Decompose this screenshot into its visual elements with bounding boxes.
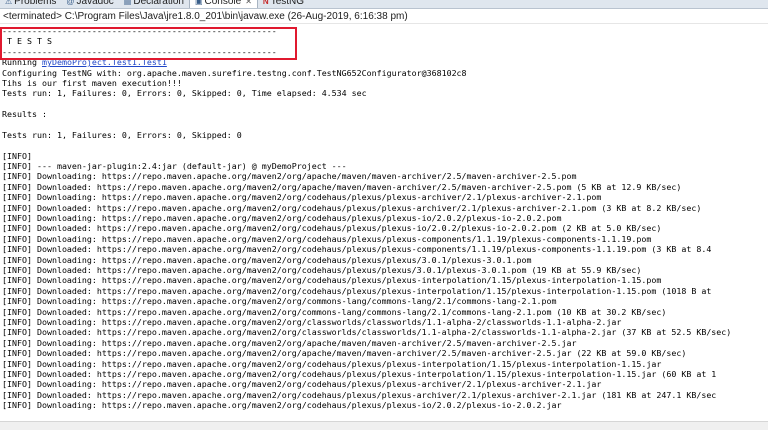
tab-label: Console <box>204 0 242 7</box>
console-line-prefix: Running <box>2 57 42 68</box>
console-line: [INFO] Downloaded: https://repo.maven.ap… <box>2 348 687 359</box>
tab-problems[interactable]: ⚠ Problems <box>0 0 61 8</box>
tab-testng[interactable]: N TestNG <box>258 0 309 8</box>
console-line: [INFO] Downloading: https://repo.maven.a… <box>2 358 662 369</box>
console-line: [INFO] Downloading: https://repo.maven.a… <box>2 171 577 182</box>
console-line: Tests run: 1, Failures: 0, Errors: 0, Sk… <box>2 129 242 140</box>
console-line: [INFO] Downloaded: https://repo.maven.ap… <box>2 306 667 317</box>
view-tab-bar: ⚠ Problems @ Javadoc ▤ Declaration ▣ Console ✕ N T… <box>0 0 768 9</box>
console-line: [INFO] Downloading: https://repo.maven.a… <box>2 379 602 390</box>
console-line: Configuring TestNG with: org.apache.mave… <box>2 67 467 78</box>
console-line: [INFO] Downloading: https://repo.maven.a… <box>2 254 532 265</box>
console-line: [INFO] Downloaded: https://repo.maven.ap… <box>2 202 702 213</box>
testng-icon: N <box>262 0 269 6</box>
console-line: ----------------------------------------… <box>2 26 277 36</box>
console-line: [INFO] Downloading: https://repo.maven.a… <box>2 192 602 203</box>
console-status-line: <terminated> C:\Program Files\Java\jre1.… <box>0 9 768 24</box>
console-line: T E S T S <box>2 36 52 47</box>
console-line: [INFO] <box>2 150 32 161</box>
console-line: [INFO] Downloaded: https://repo.maven.ap… <box>2 244 712 255</box>
console-line: [INFO] Downloading: https://repo.maven.a… <box>2 400 562 411</box>
console-line: [INFO] Downloading: https://repo.maven.a… <box>2 316 622 327</box>
console-line: [INFO] Downloading: https://repo.maven.a… <box>2 337 577 348</box>
console-line: Tihs is our first maven execution!!! <box>2 77 182 88</box>
console-line: [INFO] Downloaded: https://repo.maven.ap… <box>2 181 682 192</box>
tab-console[interactable]: ▣ Console ✕ <box>188 0 258 8</box>
console-line: [INFO] Downloading: https://repo.maven.a… <box>2 233 652 244</box>
console-line: ----------------------------------------… <box>2 46 277 57</box>
close-icon[interactable]: ✕ <box>245 0 252 6</box>
console-output[interactable]: ----------------------------------------… <box>0 26 768 420</box>
console-line: [INFO] Downloading: https://repo.maven.a… <box>2 213 562 224</box>
declaration-icon: ▤ <box>123 0 132 6</box>
tab-label: Problems <box>14 0 57 7</box>
javadoc-icon: @ <box>66 0 75 6</box>
console-line: [INFO] --- maven-jar-plugin:2.4:jar (def… <box>2 161 347 172</box>
tab-label: TestNG <box>270 0 305 7</box>
tab-javadoc[interactable]: @ Javadoc <box>61 0 118 8</box>
console-line: [INFO] Downloaded: https://repo.maven.ap… <box>2 368 717 379</box>
tab-label: Declaration <box>133 0 184 7</box>
console-line: [INFO] Downloaded: https://repo.maven.ap… <box>2 264 642 275</box>
console-line: [INFO] Downloaded: https://repo.maven.ap… <box>2 285 712 296</box>
console-line: Tests run: 1, Failures: 0, Errors: 0, Sk… <box>2 88 367 99</box>
tab-declaration[interactable]: ▤ Declaration <box>119 0 189 8</box>
problems-icon: ⚠ <box>5 0 13 6</box>
view-tabs: ⚠ Problems @ Javadoc ▤ Declaration ▣ Console ✕ N T… <box>0 0 309 8</box>
console-line: Running myDemoProject.Test1.Test1 <box>0 57 768 67</box>
horizontal-scrollbar[interactable] <box>0 421 768 430</box>
console-icon: ▣ <box>194 0 203 6</box>
console-line: [INFO] Downloaded: https://repo.maven.ap… <box>2 389 717 400</box>
console-line: [INFO] Downloaded: https://repo.maven.ap… <box>2 327 732 338</box>
test-class-link[interactable]: myDemoProject.Test1.Test1 <box>42 57 167 67</box>
console-line: [INFO] Downloading: https://repo.maven.a… <box>2 296 557 307</box>
console-line: [INFO] Downloaded: https://repo.maven.ap… <box>2 223 662 234</box>
console-line: [INFO] Downloading: https://repo.maven.a… <box>2 275 662 286</box>
tab-label: Javadoc <box>76 0 114 7</box>
console-line: Results : <box>2 109 47 120</box>
